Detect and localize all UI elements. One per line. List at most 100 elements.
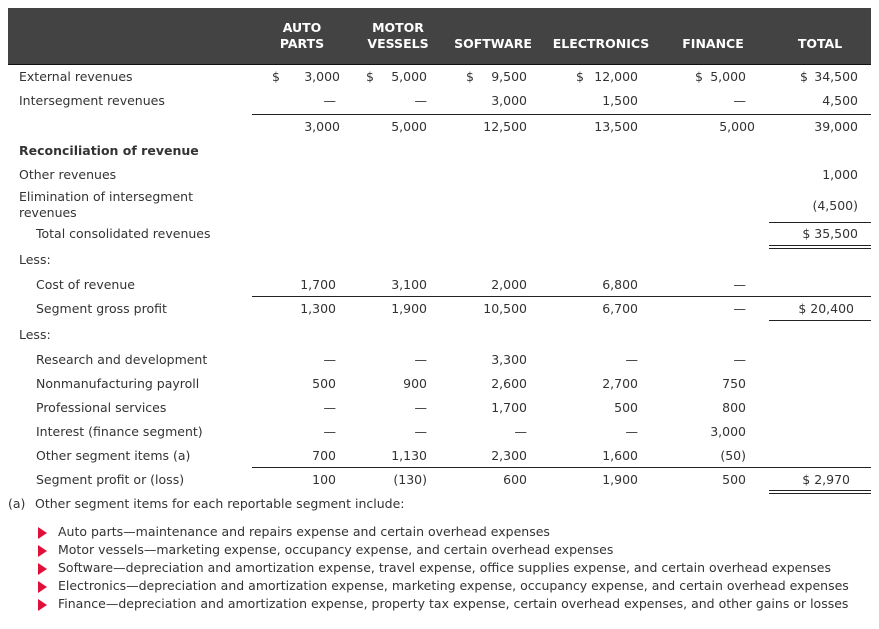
col-header-software: SOFTWARE: [454, 36, 532, 51]
double-rule: [769, 490, 871, 494]
cell-software: 2,300: [491, 448, 527, 463]
row-label: Professional services: [36, 400, 167, 415]
list-item-text: Finance—depreciation and amortization ex…: [58, 596, 849, 611]
double-rule: [769, 245, 871, 249]
cell-auto-parts: —: [323, 400, 337, 415]
cell-motor-vessels: —: [414, 400, 428, 415]
row-label: Segment profit or (loss): [36, 472, 185, 487]
cell-total: 4,500: [822, 93, 858, 108]
row-label-line: revenues: [19, 205, 77, 220]
cell-software: 2,000: [491, 277, 527, 292]
col-header-line: PARTS: [279, 36, 325, 51]
dollar-sign: $: [576, 69, 584, 84]
cell-auto-parts: 100: [312, 472, 336, 487]
cell-software: 9,500: [491, 69, 527, 84]
row-label: Less:: [19, 327, 51, 342]
cell-software: 3,300: [491, 352, 527, 367]
cell-auto-parts: —: [323, 93, 337, 108]
cell-total: (4,500): [812, 198, 858, 213]
cell-auto-parts: 500: [312, 376, 336, 391]
cell-motor-vessels: 900: [403, 376, 427, 391]
subtotal-rule: [252, 114, 871, 115]
cell-finance: —: [733, 352, 747, 367]
col-header-auto-parts: AUTO PARTS: [270, 20, 334, 52]
cell-software: 10,500: [483, 301, 527, 316]
table-row-total-consolidated: Total consolidated revenues $ 35,500: [0, 226, 879, 248]
cell-motor-vessels: —: [414, 93, 428, 108]
col-header-motor-vessels: MOTOR VESSELS: [360, 20, 436, 52]
footnote-marker: (a): [8, 496, 26, 511]
cell-software: 12,500: [483, 119, 527, 134]
cell-finance: (50): [720, 448, 746, 463]
dollar-sign: $: [272, 69, 280, 84]
row-label: Cost of revenue: [36, 277, 135, 292]
cell-auto-parts: 1,700: [300, 277, 336, 292]
cell-motor-vessels: 3,100: [391, 277, 427, 292]
list-item-text: Motor vessels—marketing expense, occupan…: [58, 542, 614, 557]
cell-finance: 750: [722, 376, 746, 391]
cell-motor-vessels: —: [414, 424, 428, 439]
cell-motor-vessels: 1,900: [391, 301, 427, 316]
section-heading-reconciliation: Reconciliation of revenue: [0, 143, 879, 165]
cell-total: $ 35,500: [802, 226, 858, 241]
row-label: Other revenues: [19, 167, 117, 182]
table-row-elimination: Elimination of intersegment revenues (4,…: [0, 189, 879, 223]
cell-software: 600: [503, 472, 527, 487]
cell-electronics: 6,800: [602, 277, 638, 292]
dollar-sign: $: [366, 69, 374, 84]
cell-finance: 5,000: [719, 119, 755, 134]
subtotal-rule: [769, 320, 871, 321]
row-label: Total consolidated revenues: [36, 226, 211, 241]
section-heading: Reconciliation of revenue: [19, 143, 199, 158]
cell-electronics: —: [625, 424, 639, 439]
cell-auto-parts: 1,300: [300, 301, 336, 316]
row-label: External revenues: [19, 69, 133, 84]
cell-electronics: 12,000: [594, 69, 638, 84]
cell-finance: 500: [722, 472, 746, 487]
cell-software: —: [514, 424, 528, 439]
cell-total: 1,000: [822, 167, 858, 182]
dollar-sign: $: [695, 69, 703, 84]
cell-motor-vessels: (130): [393, 472, 427, 487]
row-label: Elimination of intersegment revenues: [19, 189, 193, 221]
row-label: Segment gross profit: [36, 301, 167, 316]
table-row-professional-services: Professional services — — 1,700 500 800: [0, 400, 879, 422]
bullet-triangle-icon: [38, 527, 47, 539]
dollar-sign: $: [800, 69, 808, 84]
col-header-line: VESSELS: [367, 36, 429, 51]
cell-auto-parts: 700: [312, 448, 336, 463]
row-label: Less:: [19, 252, 51, 267]
cell-total: 34,500: [814, 69, 858, 84]
row-label: Other segment items (a): [36, 448, 191, 463]
cell-total: $ 2,970: [802, 472, 850, 487]
list-item-text: Auto parts—maintenance and repairs expen…: [58, 524, 550, 539]
bullet-triangle-icon: [38, 581, 47, 593]
cell-electronics: 6,700: [602, 301, 638, 316]
cell-electronics: 1,600: [602, 448, 638, 463]
table-row-nonmanufacturing-payroll: Nonmanufacturing payroll 500 900 2,600 2…: [0, 376, 879, 398]
dollar-sign: $: [466, 69, 474, 84]
subtotal-rule: [252, 467, 871, 468]
col-header-line: MOTOR: [372, 20, 424, 35]
subtotal-rule: [252, 296, 871, 297]
cell-electronics: 500: [614, 400, 638, 415]
cell-software: 2,600: [491, 376, 527, 391]
cell-software: 1,700: [491, 400, 527, 415]
cell-motor-vessels: 1,130: [391, 448, 427, 463]
table-row-less: Less:: [0, 252, 879, 274]
footnote-text: Other segment items for each reportable …: [35, 496, 405, 511]
cell-electronics: 1,900: [602, 472, 638, 487]
table-row-revenue-subtotal: 3,000 5,000 12,500 13,500 5,000 39,000: [0, 119, 879, 141]
cell-total: $ 20,400: [798, 301, 854, 316]
cell-finance: —: [733, 277, 747, 292]
subtotal-rule: [769, 222, 871, 223]
table-row-external-revenues: External revenues $ 3,000 $ 5,000 $ 9,50…: [0, 69, 879, 91]
table-row-less: Less:: [0, 327, 879, 349]
table-row-segment-profit-loss: Segment profit or (loss) 100 (130) 600 1…: [0, 472, 879, 494]
bullet-triangle-icon: [38, 599, 47, 611]
table-row-intersegment-revenues: Intersegment revenues — — 3,000 1,500 — …: [0, 93, 879, 115]
cell-auto-parts: —: [323, 352, 337, 367]
row-label: Intersegment revenues: [19, 93, 165, 108]
cell-finance: 800: [722, 400, 746, 415]
cell-motor-vessels: 5,000: [391, 69, 427, 84]
